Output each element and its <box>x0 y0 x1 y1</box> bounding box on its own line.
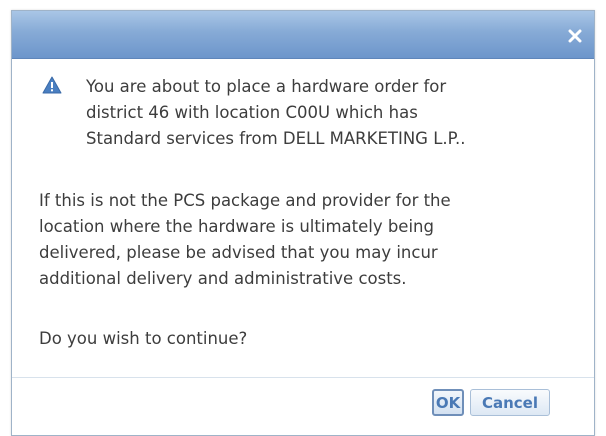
dialog-titlebar <box>12 11 594 59</box>
close-icon <box>568 29 582 43</box>
ok-button[interactable]: OK <box>432 389 464 416</box>
continue-question: Do you wish to continue? <box>39 329 248 348</box>
confirmation-dialog: You are about to place a hardware order … <box>11 10 595 436</box>
dialog-footer: OK Cancel <box>12 379 594 435</box>
advisory-message: If this is not the PCS package and provi… <box>39 191 451 288</box>
cancel-button[interactable]: Cancel <box>470 389 550 416</box>
dialog-content: You are about to place a hardware order … <box>12 60 594 378</box>
warning-message: You are about to place a hardware order … <box>86 77 466 148</box>
close-button[interactable] <box>566 27 584 45</box>
warning-icon <box>42 76 62 94</box>
